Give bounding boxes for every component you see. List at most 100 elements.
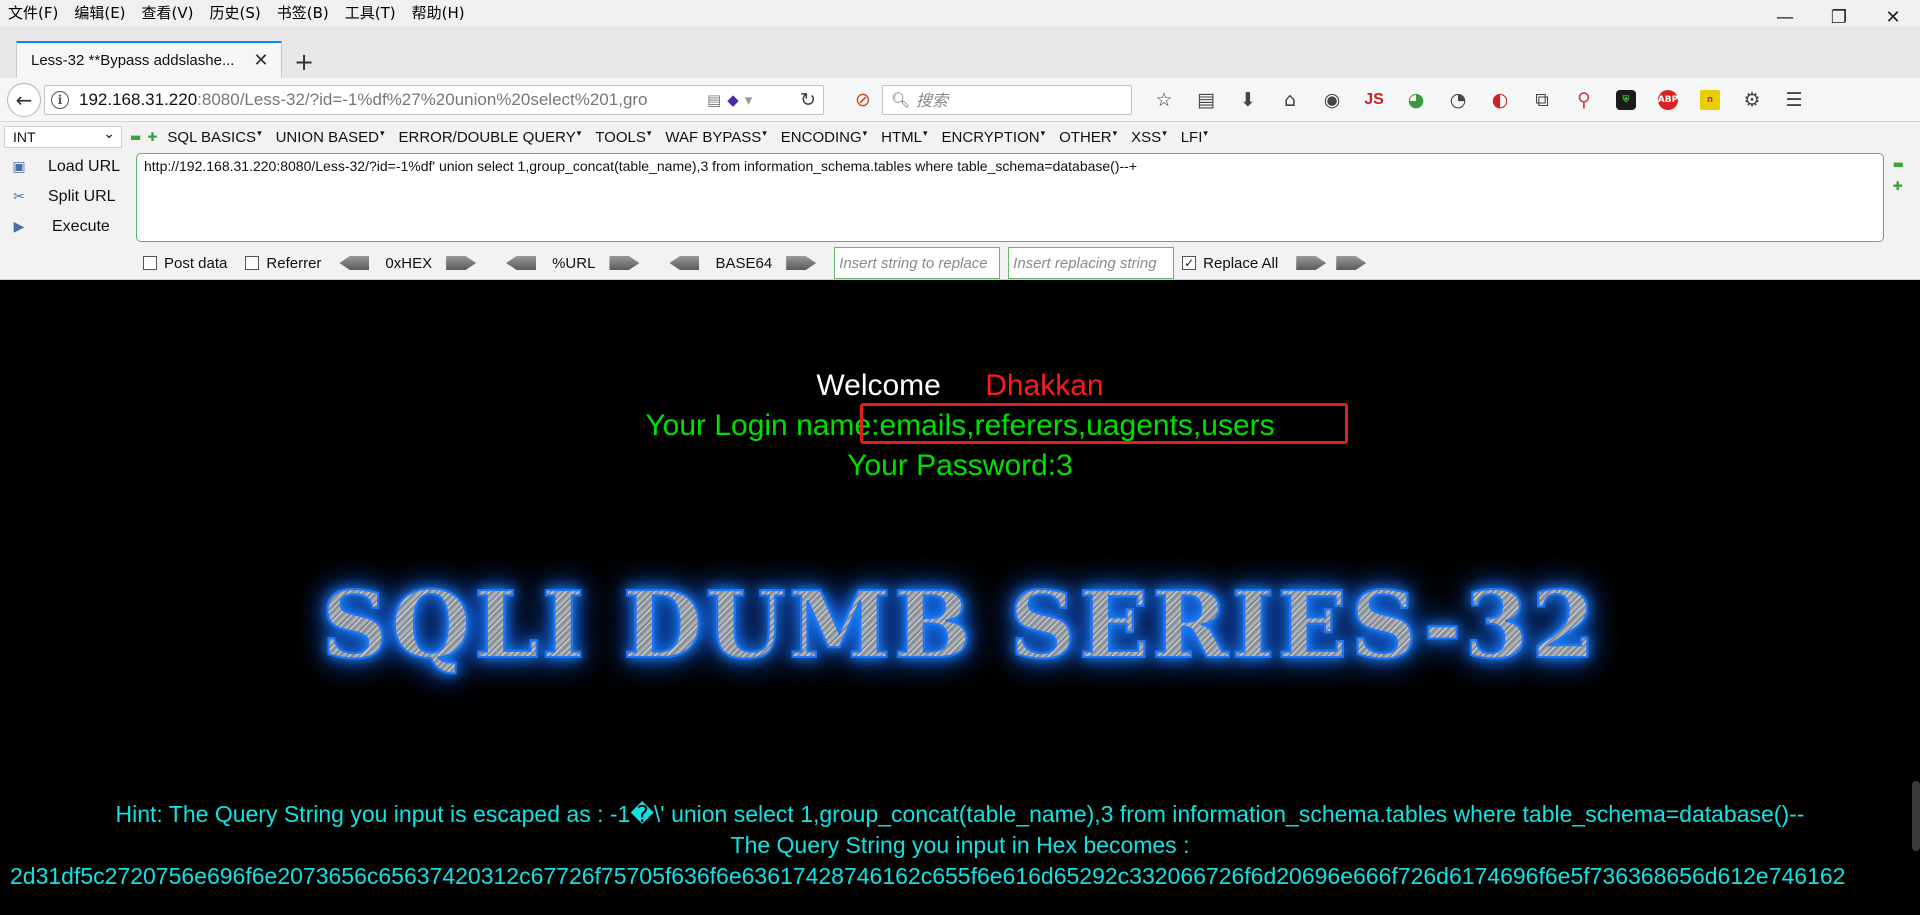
- menu-history[interactable]: 历史(S): [202, 0, 269, 26]
- new-tab-icon[interactable]: +: [290, 48, 318, 76]
- menu-tools[interactable]: 工具(T): [337, 0, 404, 26]
- hint-hex-label: The Query String you input in Hex become…: [730, 832, 1190, 858]
- reader-list-icon[interactable]: ▤: [1185, 86, 1227, 114]
- welcome-text: Welcome: [816, 369, 941, 402]
- url-label: %URL: [552, 254, 596, 272]
- tab-title: Less-32 **Bypass addslashe...: [31, 52, 235, 69]
- menu-tools[interactable]: TOOLS: [595, 128, 651, 146]
- search-icon: 🔍︎: [891, 91, 911, 109]
- menu-bar: 文件(F) 编辑(E) 查看(V) 历史(S) 书签(B) 工具(T) 帮助(H…: [0, 0, 1920, 28]
- palette-icon[interactable]: ◔: [1437, 86, 1479, 114]
- username-text: Dhakkan: [985, 369, 1104, 402]
- replace-all-label: Replace All: [1203, 254, 1279, 272]
- replace-left-arrow[interactable]: [1296, 256, 1327, 270]
- globe-icon[interactable]: ◉: [1311, 86, 1353, 114]
- tab-strip: Less-32 **Bypass addslashe... ✕ +: [0, 26, 1920, 78]
- hackbar-side-toggles: ▬ ✚: [1893, 157, 1904, 193]
- split-url-button[interactable]: ✂ Split URL: [8, 182, 128, 212]
- menu-file[interactable]: 文件(F): [0, 0, 66, 26]
- addon-icon-group: ⊘: [842, 86, 884, 114]
- series-banner: SQLI DUMB SERIES-32: [0, 570, 1920, 680]
- split-url-icon: ✂: [13, 189, 25, 205]
- download-icon[interactable]: ⬇: [1227, 86, 1269, 114]
- blocker-icon[interactable]: ⊘: [842, 86, 884, 114]
- storage-icon[interactable]: ▤: [707, 91, 721, 109]
- minus-icon[interactable]: ▬: [130, 130, 141, 144]
- shield-icon[interactable]: ⛨: [1605, 86, 1647, 114]
- js-toggle-icon[interactable]: JS: [1353, 86, 1395, 114]
- hint-hex-value: 2d31df5c2720756e696f6e2073656c6563742031…: [10, 863, 1846, 889]
- pocket-icon[interactable]: п: [1689, 86, 1731, 114]
- menu-edit[interactable]: 编辑(E): [66, 0, 133, 26]
- plus-icon[interactable]: ✚: [1893, 179, 1904, 193]
- tab-close-icon[interactable]: ✕: [251, 50, 271, 71]
- hackbar-actions: ▣ Load URL ✂ Split URL ▶ Execute: [8, 152, 128, 242]
- back-icon[interactable]: ←: [7, 83, 41, 117]
- menu-encryption[interactable]: ENCRYPTION: [942, 128, 1046, 146]
- adblock-icon[interactable]: ABP: [1647, 86, 1689, 114]
- menu-union-based[interactable]: UNION BASED: [276, 128, 385, 146]
- menu-encoding[interactable]: ENCODING: [781, 128, 867, 146]
- hackbar-toggle: ▬ ✚: [130, 130, 157, 144]
- menu-other[interactable]: OTHER: [1059, 128, 1117, 146]
- referrer-checkbox[interactable]: [245, 256, 260, 270]
- tab-less-32[interactable]: Less-32 **Bypass addslashe... ✕: [16, 41, 282, 78]
- plus-icon[interactable]: ✚: [147, 130, 157, 144]
- info-icon[interactable]: i: [51, 91, 69, 109]
- hint-escaped-text: Hint: The Query String you input is esca…: [115, 801, 1805, 827]
- hackbar: INT ▬ ✚ SQL BASICS UNION BASED ERROR/DOU…: [0, 122, 1920, 280]
- menu-bookmarks[interactable]: 书签(B): [269, 0, 337, 26]
- hex-label: 0xHEX: [385, 254, 433, 272]
- replace-right-arrow[interactable]: [1336, 256, 1367, 270]
- hex-decode-arrow[interactable]: [339, 256, 370, 270]
- menu-error-double-query[interactable]: ERROR/DOUBLE QUERY: [398, 128, 581, 146]
- home-icon[interactable]: ⌂: [1269, 86, 1311, 114]
- extension-icon[interactable]: ◆: [727, 91, 739, 109]
- hackbar-options: Post data Referrer 0xHEX %URL BASE64 ✓ R…: [143, 247, 1396, 279]
- encoding-select[interactable]: INT: [4, 124, 122, 148]
- menu-xss[interactable]: XSS: [1131, 128, 1167, 146]
- execute-button[interactable]: ▶ Execute: [8, 212, 128, 242]
- replacing-string-input[interactable]: [1008, 247, 1175, 279]
- settings-icon[interactable]: ⚙: [1731, 86, 1773, 114]
- load-url-icon: ▣: [12, 159, 26, 175]
- reload-icon[interactable]: ↻: [796, 89, 820, 113]
- bookmark-star-icon[interactable]: ☆: [1143, 86, 1185, 114]
- zoom-icon[interactable]: ⚲: [1563, 86, 1605, 114]
- welcome-line: Welcome Dhakkan: [0, 369, 1920, 403]
- search-box[interactable]: 🔍︎: [882, 85, 1132, 115]
- screenshot-icon[interactable]: ⧉: [1521, 86, 1563, 114]
- base64-decode-arrow[interactable]: [669, 256, 700, 270]
- nav-bar: ← i 192.168.31.220:8080/Less-32/?id=-1%d…: [0, 78, 1920, 122]
- menu-html[interactable]: HTML: [881, 128, 927, 146]
- menu-lfi[interactable]: LFI: [1181, 128, 1208, 146]
- menu-sql-basics[interactable]: SQL BASICS: [167, 128, 261, 146]
- proxy-icon[interactable]: ◕: [1395, 86, 1437, 114]
- hackbar-menu: INT ▬ ✚ SQL BASICS UNION BASED ERROR/DOU…: [0, 124, 1222, 149]
- url-bar[interactable]: i 192.168.31.220:8080/Less-32/?id=-1%df%…: [44, 85, 824, 115]
- url-icons: ▤ ◆ ▾: [707, 91, 752, 109]
- search-input[interactable]: [916, 90, 1117, 110]
- hex-encode-arrow[interactable]: [446, 256, 477, 270]
- post-data-label: Post data: [164, 254, 228, 272]
- hamburger-menu-icon[interactable]: ☰: [1773, 86, 1815, 114]
- vertical-scrollbar[interactable]: [1912, 781, 1920, 851]
- hackbar-icon[interactable]: ◐: [1479, 86, 1521, 114]
- menu-waf-bypass[interactable]: WAF BYPASS: [665, 128, 766, 146]
- menu-view[interactable]: 查看(V): [134, 0, 202, 26]
- url-decode-arrow[interactable]: [506, 256, 537, 270]
- password-text: Your Password:3: [847, 449, 1073, 482]
- replace-all-checkbox[interactable]: ✓: [1182, 256, 1197, 270]
- hackbar-url-field[interactable]: http://192.168.31.220:8080/Less-32/?id=-…: [136, 153, 1884, 242]
- url-encode-arrow[interactable]: [609, 256, 640, 270]
- menu-help[interactable]: 帮助(H): [404, 0, 473, 26]
- toolbar-icons: ☆ ▤ ⬇ ⌂ ◉ JS ◕ ◔ ◐ ⧉ ⚲ ⛨ ABP п ⚙ ☰: [1143, 86, 1815, 114]
- post-data-checkbox[interactable]: [143, 256, 157, 270]
- minus-icon[interactable]: ▬: [1893, 157, 1904, 171]
- referrer-label: Referrer: [266, 254, 322, 272]
- dropdown-icon[interactable]: ▾: [745, 91, 753, 109]
- base64-encode-arrow[interactable]: [786, 256, 817, 270]
- replace-string-input[interactable]: [834, 247, 1001, 279]
- url-text[interactable]: 192.168.31.220:8080/Less-32/?id=-1%df%27…: [79, 90, 699, 110]
- load-url-button[interactable]: ▣ Load URL: [8, 152, 128, 182]
